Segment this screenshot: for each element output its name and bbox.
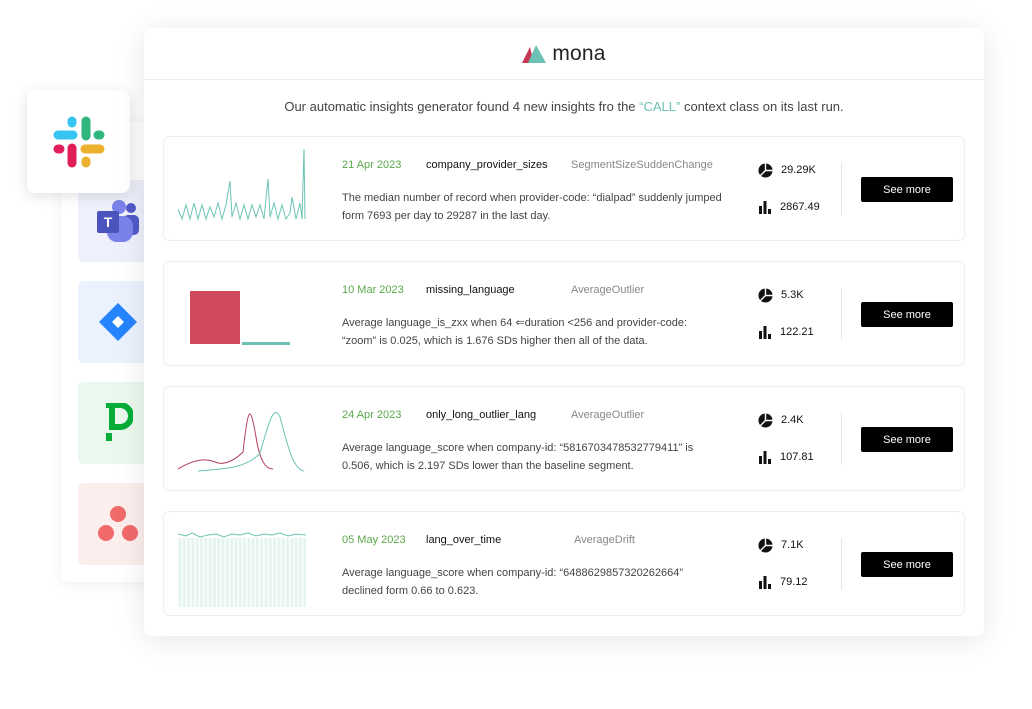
insight-type: SegmentSizeSuddenChange (571, 159, 713, 171)
outlier-bar (190, 291, 240, 344)
segment-size-stat: 5.3K (758, 287, 814, 303)
divider (841, 288, 842, 340)
segment-size-value: 29.29K (781, 164, 816, 176)
divider (841, 413, 842, 465)
metric-stat: 2867.49 (758, 199, 820, 215)
insight-chart (190, 291, 290, 345)
intro-before: Our automatic insights generator found 4… (284, 99, 640, 114)
insight-name: lang_over_time (426, 534, 502, 546)
pie-chart-icon (758, 412, 773, 428)
see-more-button[interactable]: See more (861, 552, 953, 577)
insight-description: Average language_is_zxx when 64 ⇐duratio… (342, 317, 688, 347)
pagerduty-icon (106, 403, 133, 441)
intro-text: Our automatic insights generator found 4… (144, 99, 984, 114)
metric-value: 107.81 (780, 451, 814, 463)
insight-chart (178, 411, 305, 472)
segment-size-stat: 2.4K (758, 412, 814, 428)
metric-stat: 79.12 (758, 574, 808, 590)
header: mona (144, 28, 984, 80)
insight-name: company_provider_sizes (426, 159, 548, 171)
insight-date: 21 Apr 2023 (342, 159, 402, 171)
metric-value: 2867.49 (780, 201, 820, 213)
segment-size-value: 7.1K (781, 539, 804, 551)
pie-chart-icon (758, 287, 773, 303)
insight-card: 24 Apr 2023 only_long_outlier_lang Average… (163, 386, 965, 491)
insight-date: 05 May 2023 (342, 534, 406, 546)
segment-size-stat: 29.29K (758, 162, 820, 178)
bar-chart-icon (759, 576, 771, 589)
insight-chart (178, 532, 306, 607)
segment-size-value: 2.4K (781, 414, 804, 426)
insight-date: 10 Mar 2023 (342, 284, 404, 296)
insight-chart (178, 148, 306, 221)
see-more-button[interactable]: See more (861, 427, 953, 452)
insight-card: 05 May 2023 lang_over_time AverageDrift Av… (163, 511, 965, 616)
segment-size-stat: 7.1K (758, 537, 808, 553)
pie-chart-icon (758, 537, 773, 553)
divider (841, 163, 842, 215)
insight-name: missing_language (426, 284, 515, 296)
bar-chart-icon (759, 201, 771, 214)
slack-icon (53, 116, 104, 167)
insight-date: 24 Apr 2023 (342, 409, 402, 421)
metric-stat: 122.21 (758, 324, 814, 340)
insight-description: Average language_score when company-id: … (342, 567, 684, 597)
asana-icon (98, 506, 138, 541)
baseline-bar (242, 342, 290, 345)
bar-chart-icon (759, 451, 771, 464)
context-class: “CALL” (639, 99, 681, 114)
metric-value: 122.21 (780, 326, 814, 338)
insight-description: Average language_score when company-id: … (342, 442, 694, 472)
insight-name: only_long_outlier_lang (426, 409, 537, 421)
divider (841, 538, 842, 590)
see-more-button[interactable]: See more (861, 302, 953, 327)
pie-chart-icon (758, 162, 773, 178)
mona-logo-icon (522, 44, 547, 63)
metric-value: 79.12 (780, 576, 808, 588)
bar-chart-icon (759, 326, 771, 339)
insight-type: AverageOutlier (571, 409, 645, 421)
jira-icon (99, 303, 137, 341)
see-more-button[interactable]: See more (861, 177, 953, 202)
insight-card: 21 Apr 2023 company_provider_sizes Segment… (163, 136, 965, 241)
intro-after: context class on its last run. (680, 99, 844, 114)
svg-text:T: T (104, 214, 113, 230)
metric-stat: 107.81 (758, 449, 814, 465)
insight-type: AverageDrift (574, 534, 635, 546)
slack-integration[interactable] (27, 90, 130, 193)
insights-window: mona Our automatic insights generator fo… (144, 28, 984, 636)
segment-size-value: 5.3K (781, 289, 804, 301)
teams-icon: T (97, 200, 139, 242)
insight-type: AverageOutlier (571, 284, 645, 296)
insight-card: 10 Mar 2023 missing_language AverageOutlie… (163, 261, 965, 366)
insight-description: The median number of record when provide… (342, 192, 722, 222)
brand-name: mona (552, 41, 606, 65)
